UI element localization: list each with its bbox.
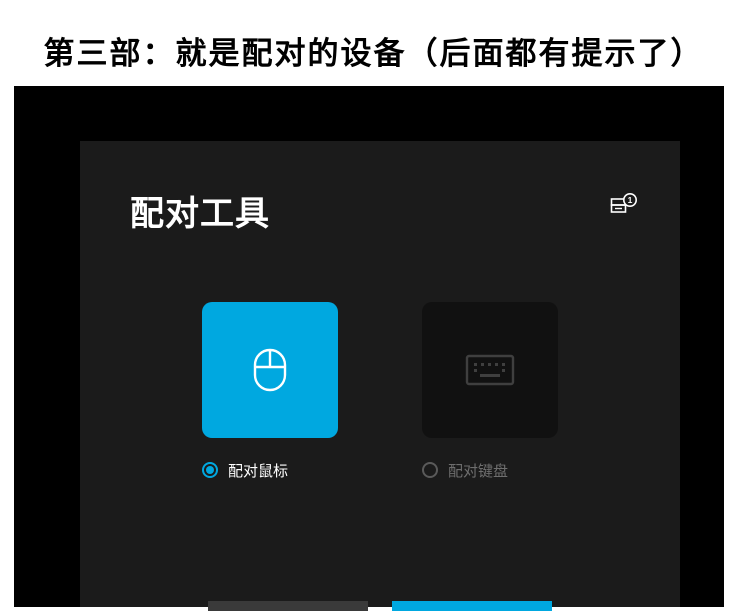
- pair-keyboard-radio[interactable]: [422, 462, 438, 478]
- mouse-tile[interactable]: [202, 302, 338, 438]
- next-button[interactable]: [392, 601, 552, 611]
- pair-mouse-label: 配对鼠标: [228, 461, 289, 480]
- pair-mouse-option[interactable]: 配对鼠标: [202, 459, 288, 481]
- mouse-icon: [253, 348, 287, 392]
- pair-keyboard-option[interactable]: 配对键盘: [422, 459, 508, 481]
- pairing-dialog: 配对工具 1 配对鼠标 配对键盘: [80, 141, 680, 611]
- keyboard-icon: [465, 354, 515, 386]
- devices-badge-count: 1: [628, 195, 633, 205]
- pair-keyboard-label: 配对键盘: [448, 461, 509, 480]
- devices-icon[interactable]: 1: [610, 193, 640, 219]
- app-window: 配对工具 1 配对鼠标 配对键盘: [14, 86, 724, 611]
- back-button[interactable]: [208, 601, 368, 611]
- page-caption: 第三部：就是配对的设备（后面都有提示了）: [43, 36, 704, 72]
- keyboard-tile[interactable]: [422, 302, 558, 438]
- pair-mouse-radio[interactable]: [202, 462, 218, 478]
- dialog-title: 配对工具: [130, 194, 270, 234]
